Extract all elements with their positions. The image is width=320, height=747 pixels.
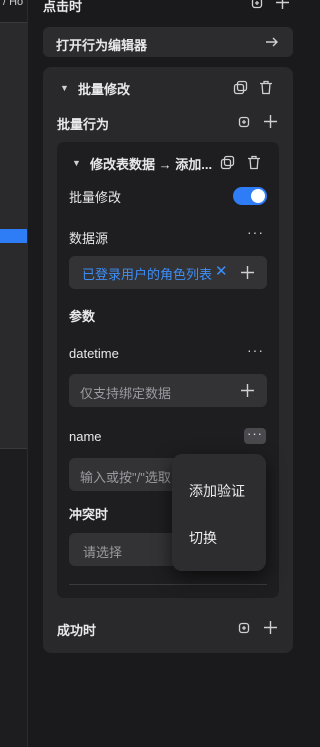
name-input[interactable]: 输入或按"/"选取 [69, 458, 179, 491]
canvas-strip: / Ho [0, 0, 27, 747]
param-name-datetime: datetime [69, 346, 119, 361]
copy-icon[interactable] [233, 80, 248, 95]
open-behavior-editor-button[interactable]: 打开行为编辑器 [43, 27, 293, 57]
batch-modify-toggle[interactable] [233, 187, 267, 205]
add-batch-icon[interactable] [250, 0, 264, 10]
datasource-label: 数据源 [69, 231, 109, 246]
toggle-knob [251, 189, 265, 203]
open-editor-label: 打开行为编辑器 [56, 38, 148, 53]
delete-icon[interactable] [259, 80, 273, 95]
batch-actions-label: 批量行为 [57, 117, 110, 132]
add-icon[interactable] [240, 383, 255, 398]
add-icon[interactable] [263, 620, 278, 635]
menu-item-toggle[interactable]: 切换 [189, 528, 217, 548]
datasource-field[interactable]: 已登录用户的角色列表 ✕ [69, 256, 267, 289]
divider [69, 584, 267, 585]
add-batch-icon[interactable] [237, 115, 251, 129]
conflict-select[interactable]: 请选择 [69, 533, 179, 566]
collapse-caret-icon[interactable]: ▼ [60, 83, 69, 93]
context-menu: 添加验证 切换 [172, 454, 266, 571]
params-label: 参数 [69, 309, 96, 324]
menu-item-add-validation[interactable]: 添加验证 [189, 481, 245, 501]
canvas-selection [0, 229, 27, 243]
param-name-name: name [69, 429, 102, 444]
canvas-fragment-text: / Ho [3, 0, 24, 8]
conflict-placeholder: 请选择 [83, 545, 123, 560]
datetime-bind-field[interactable]: 仅支持绑定数据 [69, 374, 267, 407]
more-icon[interactable]: ··· [247, 342, 264, 358]
arrow-right-icon [265, 35, 279, 49]
collapse-caret-icon[interactable]: ▼ [72, 158, 81, 168]
name-placeholder: 输入或按"/"选取 [80, 470, 171, 485]
add-icon[interactable] [275, 0, 290, 10]
clear-icon[interactable]: ✕ [215, 262, 228, 280]
datasource-tag: 已登录用户的角色列表 [82, 267, 213, 282]
datetime-placeholder: 仅支持绑定数据 [80, 386, 172, 401]
success-label: 成功时 [57, 623, 97, 638]
add-icon[interactable] [263, 114, 278, 129]
more-icon[interactable]: ··· [244, 427, 266, 444]
copy-icon[interactable] [220, 155, 235, 170]
conflict-label: 冲突时 [69, 507, 109, 522]
batch-modify-title: 批量修改 [78, 82, 131, 97]
batch-toggle-label: 批量修改 [69, 190, 122, 205]
event-title: 点击时 [43, 0, 83, 14]
panel-divider [27, 0, 28, 747]
more-icon[interactable]: ··· [247, 224, 264, 240]
action-title: 修改表数据 → 添加... [90, 157, 213, 172]
add-batch-icon[interactable] [237, 621, 251, 635]
add-icon[interactable] [240, 265, 255, 280]
delete-icon[interactable] [247, 155, 261, 170]
